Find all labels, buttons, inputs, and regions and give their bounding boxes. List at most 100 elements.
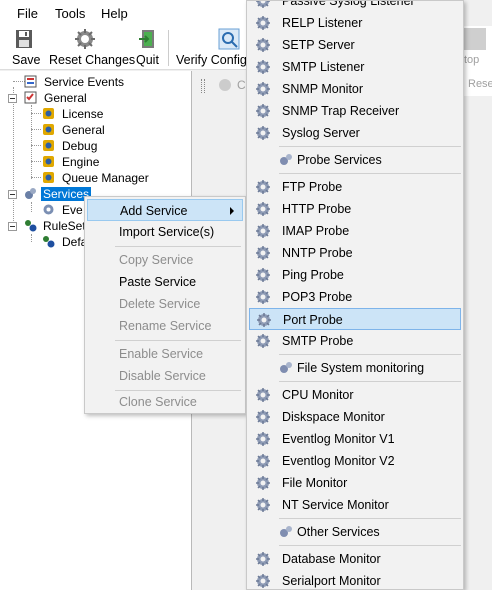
submenu-item-nt-service-monitor[interactable]: NT Service Monitor: [249, 494, 461, 516]
submenu-group-label: Probe Services: [297, 153, 382, 167]
submenu-item-pop3-probe[interactable]: POP3 Probe: [249, 286, 461, 308]
shield-icon: [43, 156, 54, 167]
menu-separator: [279, 381, 461, 382]
submenu-item-label: RELP Listener: [282, 16, 363, 30]
submenu-item-smtp-probe[interactable]: SMTP Probe: [249, 330, 461, 352]
submenu-group-other-services: Other Services: [277, 521, 459, 543]
tree-item-debug[interactable]: Debug: [42, 138, 182, 154]
quit-button[interactable]: Quit: [134, 26, 162, 70]
service-gear-icon: [255, 15, 271, 31]
submenu-item-label: SNMP Trap Receiver: [282, 104, 400, 118]
service-gear-icon: [255, 289, 271, 305]
ruleset-icon: [43, 236, 55, 248]
submenu-item-eventlog-monitor-v1[interactable]: Eventlog Monitor V1: [249, 428, 461, 450]
menu-help[interactable]: Help: [101, 6, 128, 21]
submenu-item-ping-probe[interactable]: Ping Probe: [249, 264, 461, 286]
service-gear-icon: [255, 551, 271, 567]
service-gear-icon: [255, 1, 271, 9]
tree-item-general-settings[interactable]: General: [42, 122, 182, 138]
submenu-item-eventlog-monitor-v2[interactable]: Eventlog Monitor V2: [249, 450, 461, 472]
menu-file[interactable]: File: [17, 6, 38, 21]
tree-item-license[interactable]: License: [42, 106, 182, 122]
menu-item-label: Disable Service: [119, 369, 206, 383]
service-gear-icon: [255, 223, 271, 239]
tree-label: Debug: [62, 139, 98, 153]
enable-service-menu-item[interactable]: Enable Service: [87, 343, 243, 365]
toolbar-separator: [168, 30, 169, 66]
submenu-item-label: Diskspace Monitor: [282, 410, 385, 424]
tree-label: License: [62, 107, 104, 121]
checklist-icon: [24, 91, 37, 104]
submenu-item-label: File Monitor: [282, 476, 348, 490]
service-gear-icon: [255, 37, 271, 53]
submenu-item-snmp-monitor[interactable]: SNMP Monitor: [249, 78, 461, 100]
submenu-item-label: SMTP Probe: [282, 334, 354, 348]
service-gear-icon: [255, 573, 271, 589]
submenu-item-setp-server[interactable]: SETP Server: [249, 34, 461, 56]
menu-tools[interactable]: Tools: [55, 6, 85, 21]
service-gear-icon: [255, 201, 271, 217]
service-gear-icon: [255, 453, 271, 469]
submenu-item-port-probe[interactable]: Port Probe: [249, 308, 461, 330]
disable-service-menu-item[interactable]: Disable Service: [87, 365, 243, 387]
reset-gear-icon: [75, 29, 95, 49]
menu-item-label: Paste Service: [119, 275, 197, 289]
submenu-item-cpu-monitor[interactable]: CPU Monitor: [249, 384, 461, 406]
service-gear-icon: [255, 267, 271, 283]
service-gear-icon: [255, 125, 271, 141]
menu-separator: [279, 173, 461, 174]
menu-item-label: Add Service: [120, 204, 188, 218]
tree-item-general[interactable]: General: [24, 90, 184, 106]
copy-service-menu-item[interactable]: Copy Service: [87, 249, 243, 271]
collapse-toggle[interactable]: [8, 94, 17, 103]
tree-label: General: [62, 123, 105, 137]
menu-item-label: Enable Service: [119, 347, 204, 361]
save-button[interactable]: Save: [8, 26, 42, 70]
shield-icon: [43, 172, 54, 183]
tree-label: RuleSet: [43, 219, 86, 233]
service-gear-icon: [255, 475, 271, 491]
tree-item-engine[interactable]: Engine: [42, 154, 182, 170]
group-gears-icon: [279, 361, 293, 375]
submenu-group-file-system-monitoring: File System monitoring: [277, 357, 459, 379]
verify-config-label: Verify Config: [176, 53, 247, 67]
add-service-menu-item[interactable]: Add Service: [87, 199, 243, 221]
tree-item-service-events[interactable]: Service Events: [24, 74, 184, 90]
service-gear-icon: [255, 59, 271, 75]
verify-config-button[interactable]: Verify Config: [174, 26, 250, 70]
submenu-item-ftp-probe[interactable]: FTP Probe: [249, 176, 461, 198]
gear-icon: [43, 204, 54, 215]
submenu-item-http-probe[interactable]: HTTP Probe: [249, 198, 461, 220]
collapse-toggle[interactable]: [8, 222, 17, 231]
tree-connector: [31, 129, 41, 130]
submenu-item-syslog-server[interactable]: Syslog Server: [249, 122, 461, 144]
toolbar-grip[interactable]: [201, 79, 205, 93]
submenu-item-relp-listener[interactable]: RELP Listener: [249, 12, 461, 34]
tree-item-queue-manager[interactable]: Queue Manager: [42, 170, 182, 186]
tree-label: Service Events: [44, 75, 125, 89]
submenu-item-file-monitor[interactable]: File Monitor: [249, 472, 461, 494]
paste-service-menu-item[interactable]: Paste Service: [87, 271, 243, 293]
submenu-item-smtp-listener[interactable]: SMTP Listener: [249, 56, 461, 78]
menu-separator: [115, 246, 241, 247]
submenu-item-passive-syslog-listener[interactable]: Passive Syslog Listener: [249, 1, 461, 12]
submenu-item-diskspace-monitor[interactable]: Diskspace Monitor: [249, 406, 461, 428]
submenu-item-serialport-monitor[interactable]: Serialport Monitor: [249, 570, 461, 589]
submenu-item-nntp-probe[interactable]: NNTP Probe: [249, 242, 461, 264]
submenu-item-database-monitor[interactable]: Database Monitor: [249, 548, 461, 570]
tree-connector: [31, 234, 32, 242]
service-gear-icon: [255, 245, 271, 261]
rename-service-menu-item[interactable]: Rename Service: [87, 315, 243, 337]
submenu-item-label: Syslog Server: [282, 126, 360, 140]
import-service-menu-item[interactable]: Import Service(s): [87, 221, 243, 243]
submenu-item-label: POP3 Probe: [282, 290, 353, 304]
submenu-item-snmp-trap-receiver[interactable]: SNMP Trap Receiver: [249, 100, 461, 122]
reset-changes-button[interactable]: Reset Changes: [46, 26, 135, 70]
submenu-item-label: NT Service Monitor: [282, 498, 389, 512]
collapse-toggle[interactable]: [8, 190, 17, 199]
tree-item-rulesets[interactable]: RuleSet: [24, 218, 86, 234]
delete-service-menu-item[interactable]: Delete Service: [87, 293, 243, 315]
clone-service-menu-item[interactable]: Clone Service: [87, 391, 243, 413]
menu-item-label: Clone Service: [119, 395, 197, 409]
submenu-item-imap-probe[interactable]: IMAP Probe: [249, 220, 461, 242]
